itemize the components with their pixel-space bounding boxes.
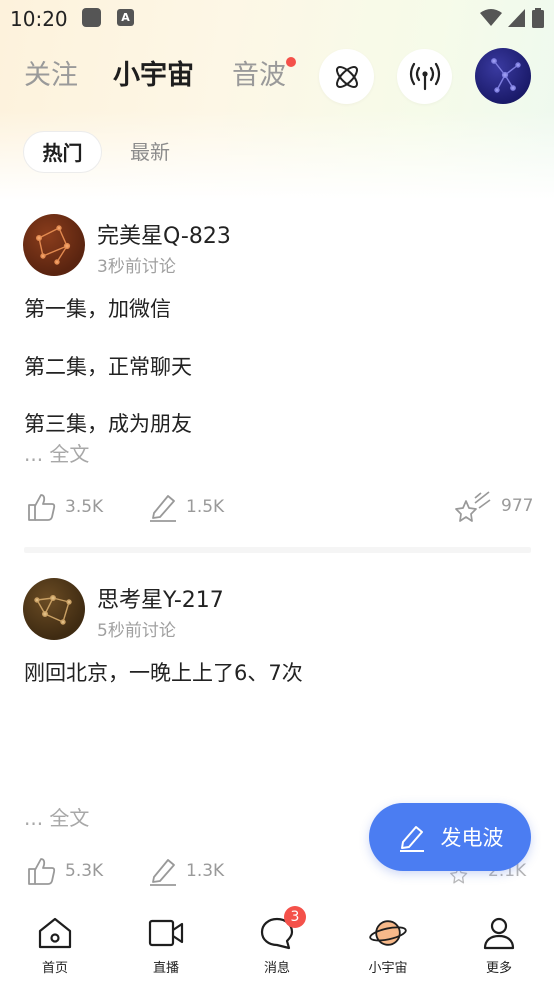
post-wave-button[interactable]: 发电波 bbox=[369, 803, 531, 871]
atom-icon bbox=[335, 65, 358, 88]
pen-icon bbox=[150, 495, 176, 522]
soundwave-dot-badge bbox=[286, 57, 296, 67]
constellation-avatar-icon bbox=[34, 595, 72, 625]
star-button[interactable]: 977 bbox=[455, 489, 533, 523]
nav-home[interactable]: 首页 bbox=[0, 896, 110, 984]
like-button[interactable]: 5.3K bbox=[27, 856, 103, 886]
post-time: 3秒前讨论 bbox=[97, 257, 176, 277]
signal-icon bbox=[508, 9, 525, 27]
home-icon bbox=[38, 917, 72, 949]
constellation-avatar-icon bbox=[491, 58, 521, 93]
post-author-name[interactable]: 完美星Q-823 bbox=[97, 218, 231, 250]
star-count: 977 bbox=[501, 496, 534, 516]
like-count: 3.5K bbox=[65, 497, 104, 517]
notification-a-icon: A bbox=[117, 9, 134, 26]
broadcast-icon bbox=[409, 62, 440, 90]
post-text-line: 第三集，成为朋友 bbox=[24, 412, 192, 436]
comment-count: 1.3K bbox=[186, 861, 225, 881]
post-wave-label: 发电波 bbox=[440, 826, 504, 850]
battery-icon bbox=[532, 8, 544, 28]
post-author-avatar[interactable] bbox=[23, 214, 85, 276]
tab-universe[interactable]: 小宇宙 bbox=[113, 56, 194, 96]
constellation-avatar-icon bbox=[35, 225, 71, 265]
video-icon bbox=[148, 919, 184, 947]
atom-button[interactable] bbox=[319, 49, 374, 104]
person-icon bbox=[483, 917, 515, 950]
bottom-nav: 首页 直播 3 消息 小宇宙 更多 bbox=[0, 896, 554, 984]
comment-count: 1.5K bbox=[186, 497, 225, 517]
nav-more-label: 更多 bbox=[485, 961, 512, 976]
post-time: 5秒前讨论 bbox=[97, 621, 176, 641]
post-text-line: 第一集，加微信 bbox=[24, 297, 171, 321]
post-author-avatar[interactable] bbox=[23, 578, 85, 640]
thumbs-up-icon bbox=[28, 858, 56, 885]
subtab-latest[interactable]: 最新 bbox=[130, 131, 170, 173]
notification-app-icon bbox=[82, 8, 101, 27]
post-text-line: 第二集，正常聊天 bbox=[24, 355, 192, 379]
status-icons bbox=[480, 8, 544, 28]
status-bar: 10:20 A bbox=[0, 0, 554, 38]
read-full-link[interactable]: ... 全文 bbox=[24, 438, 89, 467]
nav-live-label: 直播 bbox=[152, 961, 179, 976]
nav-more[interactable]: 更多 bbox=[444, 896, 554, 984]
shooting-star-icon bbox=[455, 491, 491, 522]
user-avatar[interactable] bbox=[475, 48, 531, 104]
nav-home-label: 首页 bbox=[41, 961, 68, 976]
subtab-hot[interactable]: 热门 bbox=[23, 131, 102, 173]
nav-universe-label: 小宇宙 bbox=[368, 961, 408, 976]
pen-icon bbox=[150, 859, 176, 886]
wifi-icon bbox=[480, 9, 502, 26]
like-count: 5.3K bbox=[65, 861, 104, 881]
thumbs-up-icon bbox=[28, 494, 56, 521]
tab-soundwave[interactable]: 音波 bbox=[232, 56, 286, 96]
planet-icon bbox=[369, 920, 407, 946]
pen-icon bbox=[399, 826, 424, 852]
nav-messages[interactable]: 3 消息 bbox=[222, 896, 332, 984]
read-full-link[interactable]: ... 全文 bbox=[24, 802, 89, 831]
nav-messages-label: 消息 bbox=[263, 961, 290, 976]
tab-follow[interactable]: 关注 bbox=[24, 56, 78, 96]
post-divider bbox=[24, 547, 531, 553]
nav-live[interactable]: 直播 bbox=[111, 896, 221, 984]
post-author-name[interactable]: 思考星Y-217 bbox=[97, 582, 224, 614]
comment-button[interactable]: 1.5K bbox=[148, 492, 224, 522]
nav-universe[interactable]: 小宇宙 bbox=[333, 896, 443, 984]
comment-button[interactable]: 1.3K bbox=[148, 856, 224, 886]
message-badge: 3 bbox=[284, 906, 306, 928]
like-button[interactable]: 3.5K bbox=[27, 492, 103, 522]
broadcast-button[interactable] bbox=[397, 49, 452, 104]
status-time: 10:20 bbox=[10, 7, 68, 31]
post-text-line: 刚回北京，一晚上上了6、7次 bbox=[24, 661, 303, 685]
